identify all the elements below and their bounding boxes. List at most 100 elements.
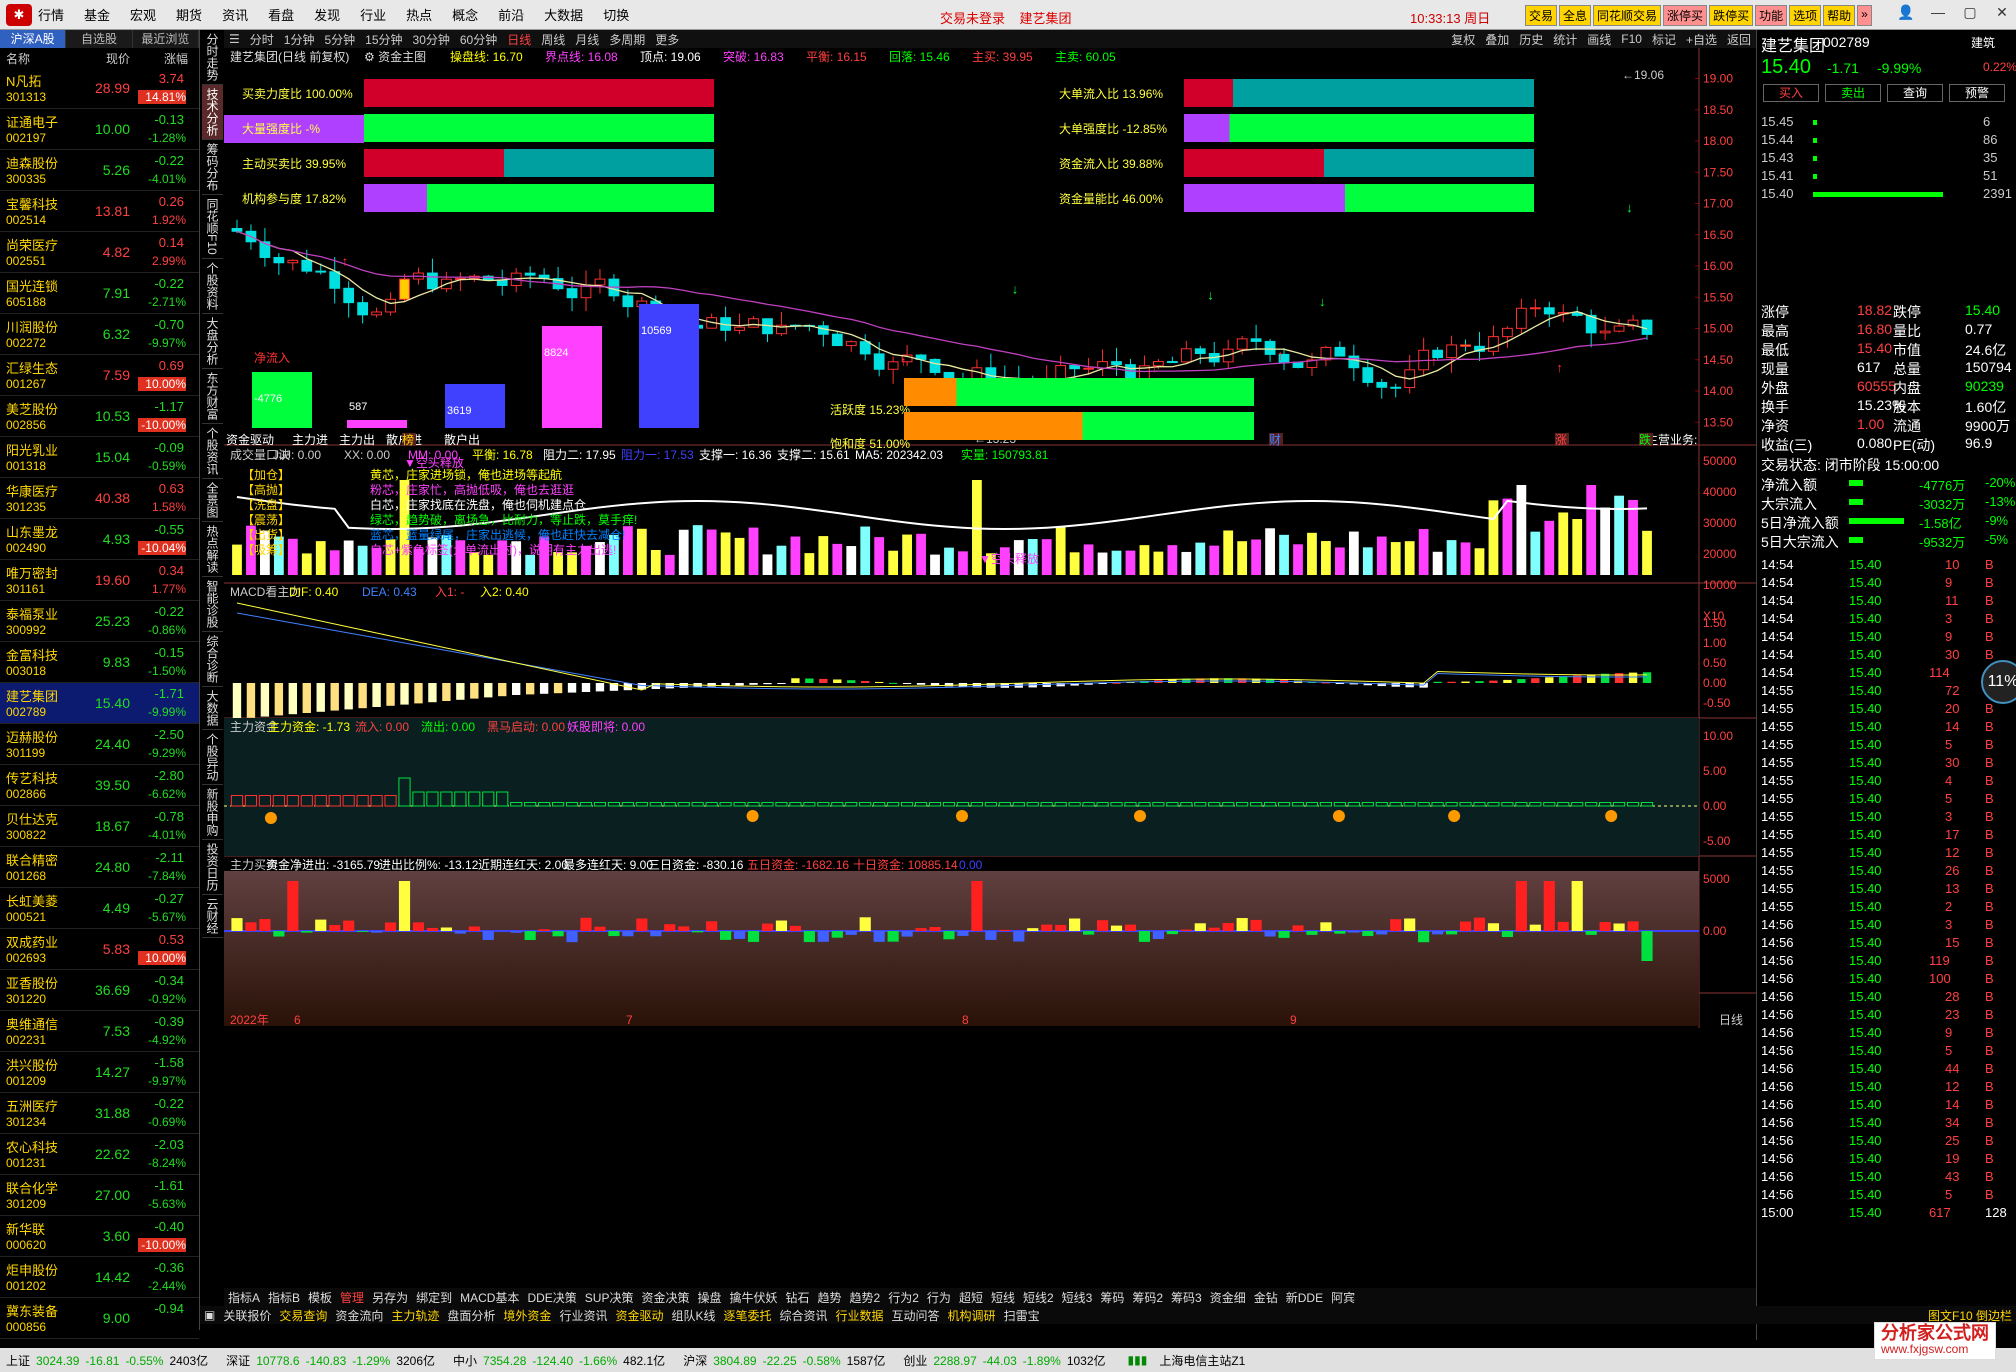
index-item[interactable]: 沪深 3804.89 -22.25 -0.58% 1587亿 [683,1352,891,1369]
menu-item-1[interactable]: 基金 [84,5,110,24]
function-button-13[interactable]: 机构调研 [948,1307,996,1324]
period-tab-7[interactable]: 周线 [541,31,565,48]
user-icon[interactable]: 👤 [1895,4,1917,21]
stock-row[interactable]: 美芝股份 002856 10.53 -1.17 -10.00% [0,396,199,437]
indicator-button-4[interactable]: 另存为 [372,1289,408,1306]
server-name[interactable]: 上海电信主站Z1 [1159,1352,1245,1369]
stock-row[interactable]: 汇绿生态 001267 7.59 0.69 10.00% [0,355,199,396]
function-button-1[interactable]: 交易查询 [279,1307,327,1324]
stock-row[interactable]: 长虹美菱 000521 4.49 -0.27 -5.67% [0,888,199,929]
indicator-button-8[interactable]: SUP决策 [585,1289,634,1306]
period-tab-3[interactable]: 15分钟 [365,31,402,48]
indicator-button-17[interactable]: 超短 [959,1289,983,1306]
hot-button-2[interactable]: 同花顺交易 [1593,5,1662,26]
stock-row[interactable]: 唯万密封 301161 19.60 0.34 1.77% [0,560,199,601]
period-tab-9[interactable]: 多周期 [609,31,645,48]
stock-row[interactable]: 洪兴股份 001209 14.27 -1.58 -9.97% [0,1052,199,1093]
indicator-button-19[interactable]: 短线2 [1023,1289,1054,1306]
hot-button-8[interactable]: » [1857,5,1872,26]
period-tab-0[interactable]: 分时 [250,31,274,48]
indicator-button-25[interactable]: 金钻 [1254,1289,1278,1306]
stock-row[interactable]: 炬申股份 001202 14.42 -0.36 -2.44% [0,1257,199,1298]
indicator-button-5[interactable]: 绑定到 [416,1289,452,1306]
vtab-9[interactable]: 热点解读 [202,522,223,577]
tool-button-4[interactable]: 画线 [1587,31,1611,48]
menu-item-9[interactable]: 概念 [452,5,478,24]
tool-button-5[interactable]: F10 [1621,32,1642,46]
function-button-5[interactable]: 境外资金 [503,1307,551,1324]
indicator-button-12[interactable]: 钻石 [786,1289,810,1306]
stock-row[interactable]: 国光连锁 605188 7.91 -0.22 -2.71% [0,273,199,314]
vtab-7[interactable]: 个股资讯 [202,424,223,479]
index-item[interactable]: 深证 10778.6 -140.83 -1.29% 3206亿 [226,1352,441,1369]
trade-button-3[interactable]: 预警 [1949,84,2005,102]
vtab-1[interactable]: 技术分析 [202,85,223,140]
toolbar-menu-icon[interactable]: ☰ [229,32,240,46]
stock-row[interactable]: 泰福泵业 300992 25.23 -0.22 -0.86% [0,601,199,642]
stock-row[interactable]: 奥维通信 002231 7.53 -0.39 -4.92% [0,1011,199,1052]
function-button-2[interactable]: 资金流向 [335,1307,383,1324]
indicator-button-6[interactable]: MACD基本 [460,1289,519,1306]
vtab-12[interactable]: 大数据 [202,687,223,730]
menu-item-11[interactable]: 大数据 [544,5,583,24]
vtab-15[interactable]: 投资日历 [202,840,223,895]
vtab-8[interactable]: 全景图 [202,479,223,522]
period-tab-8[interactable]: 月线 [575,31,599,48]
stock-row[interactable]: 农心科技 001231 22.62 -2.03 -8.24% [0,1134,199,1175]
industry-tag[interactable]: 建筑 [1971,34,1995,51]
minimize-icon[interactable]: — [1927,4,1949,21]
stock-row[interactable]: 冀东装备 000856 9.00 -0.94 [0,1298,199,1339]
vtab-13[interactable]: 个股异动 [202,730,223,785]
vtab-3[interactable]: 同花顺F10 [202,195,223,259]
stock-row[interactable]: 新华联 000620 3.60 -0.40 -10.00% [0,1216,199,1257]
vtab-5[interactable]: 大盘分析 [202,314,223,369]
vtab-6[interactable]: 东方财富 [202,369,223,424]
indicator-button-23[interactable]: 筹码3 [1171,1289,1202,1306]
function-button-3[interactable]: 主力轨迹 [391,1307,439,1324]
stock-row[interactable]: N凡拓 301313 28.99 3.74 14.81% [0,68,199,109]
menu-item-4[interactable]: 资讯 [222,5,248,24]
stock-row[interactable]: 五洲医疗 301234 31.88 -0.22 -0.69% [0,1093,199,1134]
stock-row[interactable]: 建艺集团 002789 15.40 -1.71 -9.99% [0,683,199,724]
hot-button-3[interactable]: 涨停买 [1663,5,1708,26]
hot-button-5[interactable]: 功能 [1755,5,1788,26]
tool-button-7[interactable]: +自选 [1686,31,1717,48]
period-tab-5[interactable]: 60分钟 [460,31,497,48]
list-tab-0[interactable]: 沪深A股 [0,30,67,48]
menu-item-5[interactable]: 看盘 [268,5,294,24]
vtab-10[interactable]: 智能诊股 [202,577,223,632]
trade-button-2[interactable]: 查询 [1887,84,1943,102]
function-button-0[interactable]: 关联报价 [223,1307,271,1324]
list-tab-1[interactable]: 自选股 [66,30,133,48]
index-item[interactable]: 上证 3024.39 -16.81 -0.55% 2403亿 [6,1352,214,1369]
function-button-4[interactable]: 盘面分析 [447,1307,495,1324]
menu-item-6[interactable]: 发现 [314,5,340,24]
stock-row[interactable]: 联合化学 301209 27.00 -1.61 -5.63% [0,1175,199,1216]
function-button-6[interactable]: 行业资讯 [559,1307,607,1324]
indicator-button-21[interactable]: 筹码 [1100,1289,1124,1306]
vtab-11[interactable]: 综合诊断 [202,632,223,687]
tool-button-6[interactable]: 标记 [1652,31,1676,48]
indicator-button-15[interactable]: 行为2 [888,1289,919,1306]
stock-row[interactable]: 贝仕达克 300822 18.67 -0.78 -4.01% [0,806,199,847]
indicator-button-27[interactable]: 阿宾 [1331,1289,1355,1306]
indicator-button-24[interactable]: 资金细 [1210,1289,1246,1306]
hot-button-7[interactable]: 帮助 [1823,5,1856,26]
menu-item-3[interactable]: 期货 [176,5,202,24]
vtab-0[interactable]: 分时走势 [202,30,223,85]
indicator-button-18[interactable]: 短线 [991,1289,1015,1306]
stock-row[interactable]: 宝馨科技 002514 13.81 0.26 1.92% [0,191,199,232]
indicator-button-1[interactable]: 指标B [268,1289,300,1306]
list-tab-2[interactable]: 最近浏览 [132,30,199,48]
login-status[interactable]: 交易未登录 建艺集团 [940,8,1071,27]
tool-button-8[interactable]: 返回 [1727,31,1751,48]
trade-button-1[interactable]: 卖出 [1825,84,1881,102]
stock-row[interactable]: 金富科技 003018 9.83 -0.15 -1.50% [0,642,199,683]
hot-button-1[interactable]: 全息 [1559,5,1592,26]
trade-button-0[interactable]: 买入 [1763,84,1819,102]
stock-row[interactable]: 证通电子 002197 10.00 -0.13 -1.28% [0,109,199,150]
vtab-14[interactable]: 新股申购 [202,785,223,840]
period-tab-10[interactable]: 更多 [655,31,679,48]
vtab-16[interactable]: 云财经 [202,895,223,938]
menu-item-7[interactable]: 行业 [360,5,386,24]
